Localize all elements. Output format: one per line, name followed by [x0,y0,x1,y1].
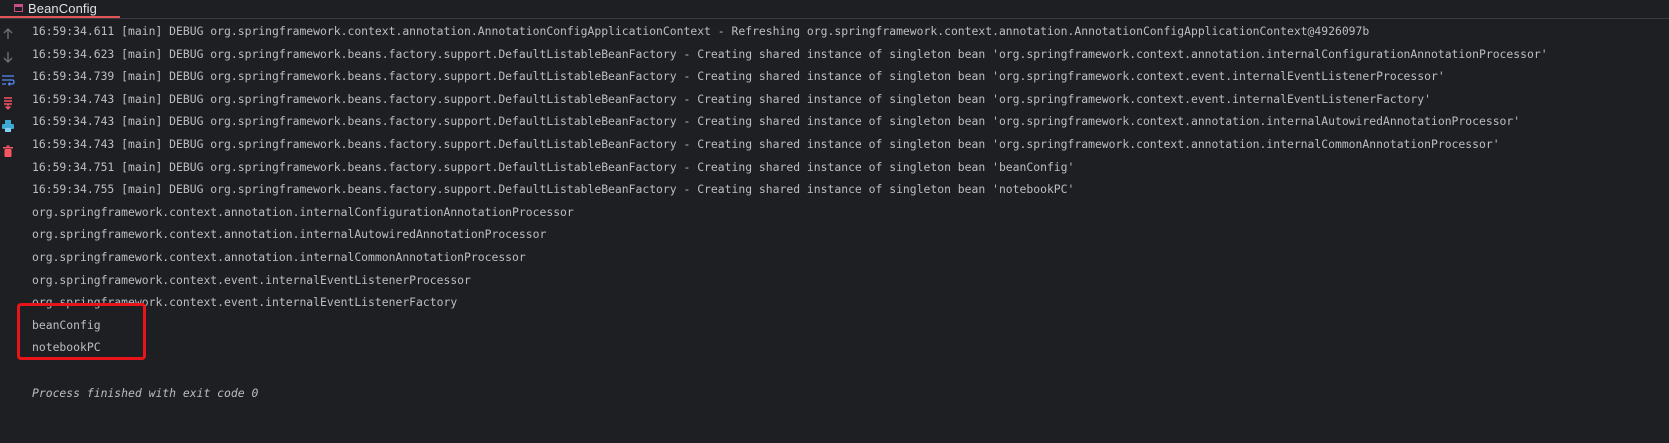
bean-name-line: notebookPC [32,340,101,355]
bean-name-line: org.springframework.context.annotation.i… [32,204,574,219]
soft-wrap-icon[interactable] [1,73,15,87]
bean-name-line: org.springframework.context.event.intern… [32,272,471,287]
console-output: 16:59:34.611 [main] DEBUG org.springfram… [32,20,1669,404]
log-line: 16:59:34.743 [main] DEBUG org.springfram… [32,114,1521,129]
run-config-icon [14,4,23,12]
arrow-up-icon[interactable] [1,27,15,41]
tab-beanconfig[interactable]: BeanConfig [0,0,120,18]
arrow-down-icon[interactable] [1,50,15,64]
log-line: 16:59:34.751 [main] DEBUG org.springfram… [32,159,1075,174]
log-line: 16:59:34.755 [main] DEBUG org.springfram… [32,182,1075,197]
scroll-to-end-icon[interactable] [1,96,15,110]
bean-name-line: beanConfig [32,317,101,332]
log-line: 16:59:34.739 [main] DEBUG org.springfram… [32,69,1445,84]
run-tab-strip: BeanConfig [0,0,1669,19]
log-line: 16:59:34.611 [main] DEBUG org.springfram… [32,24,1370,38]
log-line: 16:59:34.623 [main] DEBUG org.springfram… [32,46,1548,61]
tab-title: BeanConfig [28,0,97,16]
bean-name-line: org.springframework.context.annotation.i… [32,227,547,242]
clear-icon[interactable] [1,144,15,158]
highlight-annotation-box [17,303,146,360]
exit-message: Process finished with exit code 0 [32,385,259,400]
console-toolbar [0,19,18,443]
bean-name-line: org.springframework.context.event.intern… [32,295,458,310]
log-line: 16:59:34.743 [main] DEBUG org.springfram… [32,136,1500,151]
log-line: 16:59:34.743 [main] DEBUG org.springfram… [32,91,1431,106]
print-icon[interactable] [1,119,15,133]
bean-name-line: org.springframework.context.annotation.i… [32,249,526,264]
